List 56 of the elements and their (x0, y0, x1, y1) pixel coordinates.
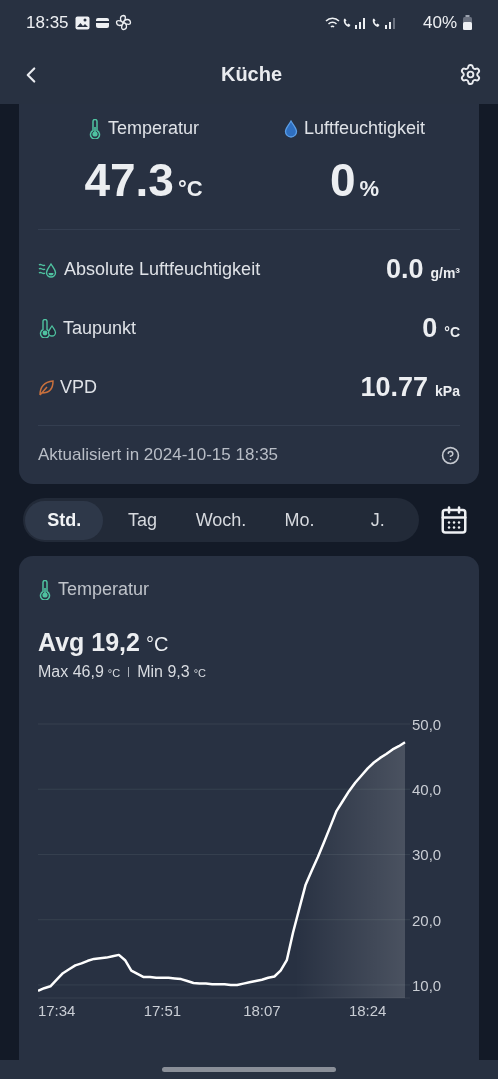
chart-title: Temperatur (58, 579, 150, 600)
metric-value: 0.0 (385, 254, 424, 285)
axis-label: 30,0 (412, 846, 442, 864)
min-value: Min 9,3 (137, 663, 190, 681)
calendar-button[interactable] (439, 505, 469, 535)
card-icon (95, 17, 109, 28)
axis-label: 18:07 (243, 1002, 281, 1019)
metric-unit: % (359, 176, 380, 202)
metric-label: VPD (60, 377, 97, 398)
metric-label: Temperatur (107, 118, 199, 139)
axis-label: 17:51 (143, 1002, 182, 1019)
image-icon (74, 15, 90, 30)
settings-icon (459, 63, 482, 86)
battery-icon (463, 15, 472, 30)
max-unit: °C (107, 667, 121, 679)
metric-value: 0 (422, 313, 438, 344)
average-value: Avg 19,2 (38, 628, 140, 657)
min-unit: °C (193, 667, 206, 679)
period-tab[interactable]: Woch. (181, 500, 261, 540)
max-value: Max 46,9 (38, 663, 104, 681)
axis-label: 40,0 (412, 781, 442, 799)
metric-value: 10.77 (360, 372, 429, 403)
metric-label: Luftfeuchtigkeit (303, 118, 426, 139)
metric-unit: °C (444, 324, 460, 340)
metric-label: Taupunkt (63, 318, 137, 339)
leaf-icon (38, 379, 54, 396)
metric-value: 47.3 (84, 153, 174, 207)
clock: 18:35 (26, 12, 69, 33)
metric-label: Absolute Luftfeuchtigkeit (64, 259, 261, 280)
thermometer-icon (87, 118, 102, 139)
axis-label: 10,0 (412, 976, 442, 994)
axis-label: 20,0 (412, 911, 442, 929)
period-tab[interactable]: Mo. (260, 500, 339, 540)
thermometer-icon (38, 579, 52, 600)
battery-percent: 40% (422, 12, 457, 33)
updated-time: Aktualisiert in 2024-10-15 18:35 (38, 445, 279, 465)
pinwheel-icon (114, 14, 132, 31)
metric-unit: °C (177, 176, 203, 202)
axis-label: 17:34 (38, 1002, 76, 1019)
help-button[interactable] (441, 445, 460, 465)
help-icon (441, 445, 460, 465)
metric-value: 0 (329, 153, 356, 207)
period-tab[interactable]: J. (338, 500, 418, 540)
average-unit: °C (145, 633, 169, 656)
waves-drop-icon (38, 260, 58, 279)
settings-button[interactable] (459, 63, 482, 86)
period-tab[interactable]: Std. (25, 500, 104, 540)
period-tab[interactable]: Tag (103, 500, 182, 540)
drop-icon (283, 119, 298, 138)
metric-unit: g/m³ (430, 265, 460, 281)
calendar-icon (439, 505, 469, 535)
metric-unit: kPa (435, 383, 460, 399)
axis-label: 18:24 (348, 1002, 387, 1019)
axis-label: 50,0 (412, 716, 442, 733)
thermometer-drop-icon (38, 319, 57, 338)
page-title: Küche (220, 63, 283, 86)
